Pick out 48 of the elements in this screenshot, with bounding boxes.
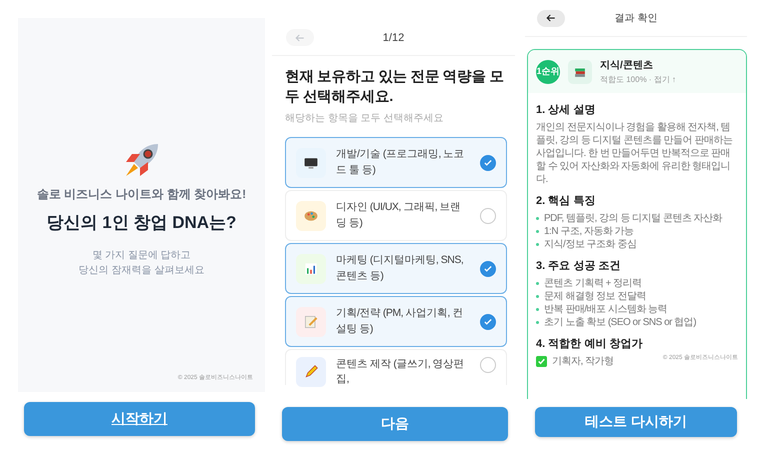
check-circle-icon [480,154,496,171]
check-circle-icon [480,357,496,374]
intro-subtitle: 솔로 비즈니스 나이트와 함께 찾아봐요! [36,186,246,203]
bullet-text: PDF, 템플릿, 강의 등 디지털 콘텐츠 자산화 [544,212,722,225]
bullet-icon [536,217,539,220]
bullet-icon [536,321,539,324]
arrow-left-icon [294,32,306,44]
check-icon [536,356,547,367]
check-text: 기획자, 작가형 [552,355,614,368]
option-card[interactable]: 콘텐츠 제작 (글쓰기, 영상편집, [285,349,507,386]
bullet-text: 문제 해결형 정보 전달력 [544,290,646,303]
arrow-left-icon [545,12,557,24]
back-button[interactable] [537,10,565,26]
check-circle-icon [480,208,496,224]
check-circle-icon [480,314,496,330]
rank-badge: 1순위 [536,60,560,84]
intro-description: 당신의 잠재력을 살펴보세요 [78,264,204,278]
option-card[interactable]: 디자인 (UI/UX, 그래픽, 브랜딩 등) [285,190,507,242]
memo-icon [303,314,319,330]
question-title: 현재 보유하고 있는 전문 역량을 모두 선택해주세요. [285,68,505,107]
bullet-text: 반복 판매/배포 시스템화 능력 [544,303,668,316]
bullet-icon [536,243,539,246]
screen-title: 결과 확인 [614,12,658,25]
result-meta: 적합도 100% · 접기 ↑ [600,74,676,85]
bar-chart-icon [303,260,319,277]
intro-description: 몇 가지 질문에 답하고 [92,249,191,263]
bullet-icon [536,308,539,311]
bullet-icon [536,295,539,298]
section-heading: 2. 핵심 특징 [536,194,596,208]
bullet-icon [536,282,539,285]
bullet-text: 초기 노출 확보 (SEO or SNS or 협업) [544,316,696,329]
option-card[interactable]: 기획/전략 (PM, 사업기획, 컨설팅 등) [285,296,507,348]
section-heading: 1. 상세 설명 [536,103,596,117]
intro-title: 당신의 1인 창업 DNA는? [46,212,236,234]
bullet-text: 지식/정보 구조화 중심 [544,238,636,251]
section-heading: 3. 주요 성공 조건 [536,259,622,273]
bullet-text: 콘텐츠 기획력 + 정리력 [544,277,642,290]
section-paragraph: 개인의 전문지식이나 경험을 활용해 전자책, 템플릿, 강의 등 디지털 콘텐츠를 만들어 판매하는 사업입니다. 한 번 만들어두면 반복적으로 판매할 수 있어 자산화와 자동화에 유리한 형태입니다. [536,121,734,186]
question-hint: 해당하는 항목을 모두 선택해주세요 [285,112,444,126]
bullet-icon [536,230,539,233]
bullet-text: 1:N 구조, 자동화 가능 [544,225,634,238]
option-card[interactable]: 개발/기술 (프로그래밍, 노코드 툴 등) [285,137,507,188]
check-circle-icon [480,260,496,277]
section-heading: 4. 적합한 예비 창업가 [536,337,644,351]
pencil-icon [303,364,319,380]
result-type: 지식/콘텐츠 [600,59,654,72]
progress-text: 1/12 [382,32,404,44]
option-card[interactable]: 마케팅 (디지털마케팅, SNS, 콘텐츠 등) [285,243,507,294]
